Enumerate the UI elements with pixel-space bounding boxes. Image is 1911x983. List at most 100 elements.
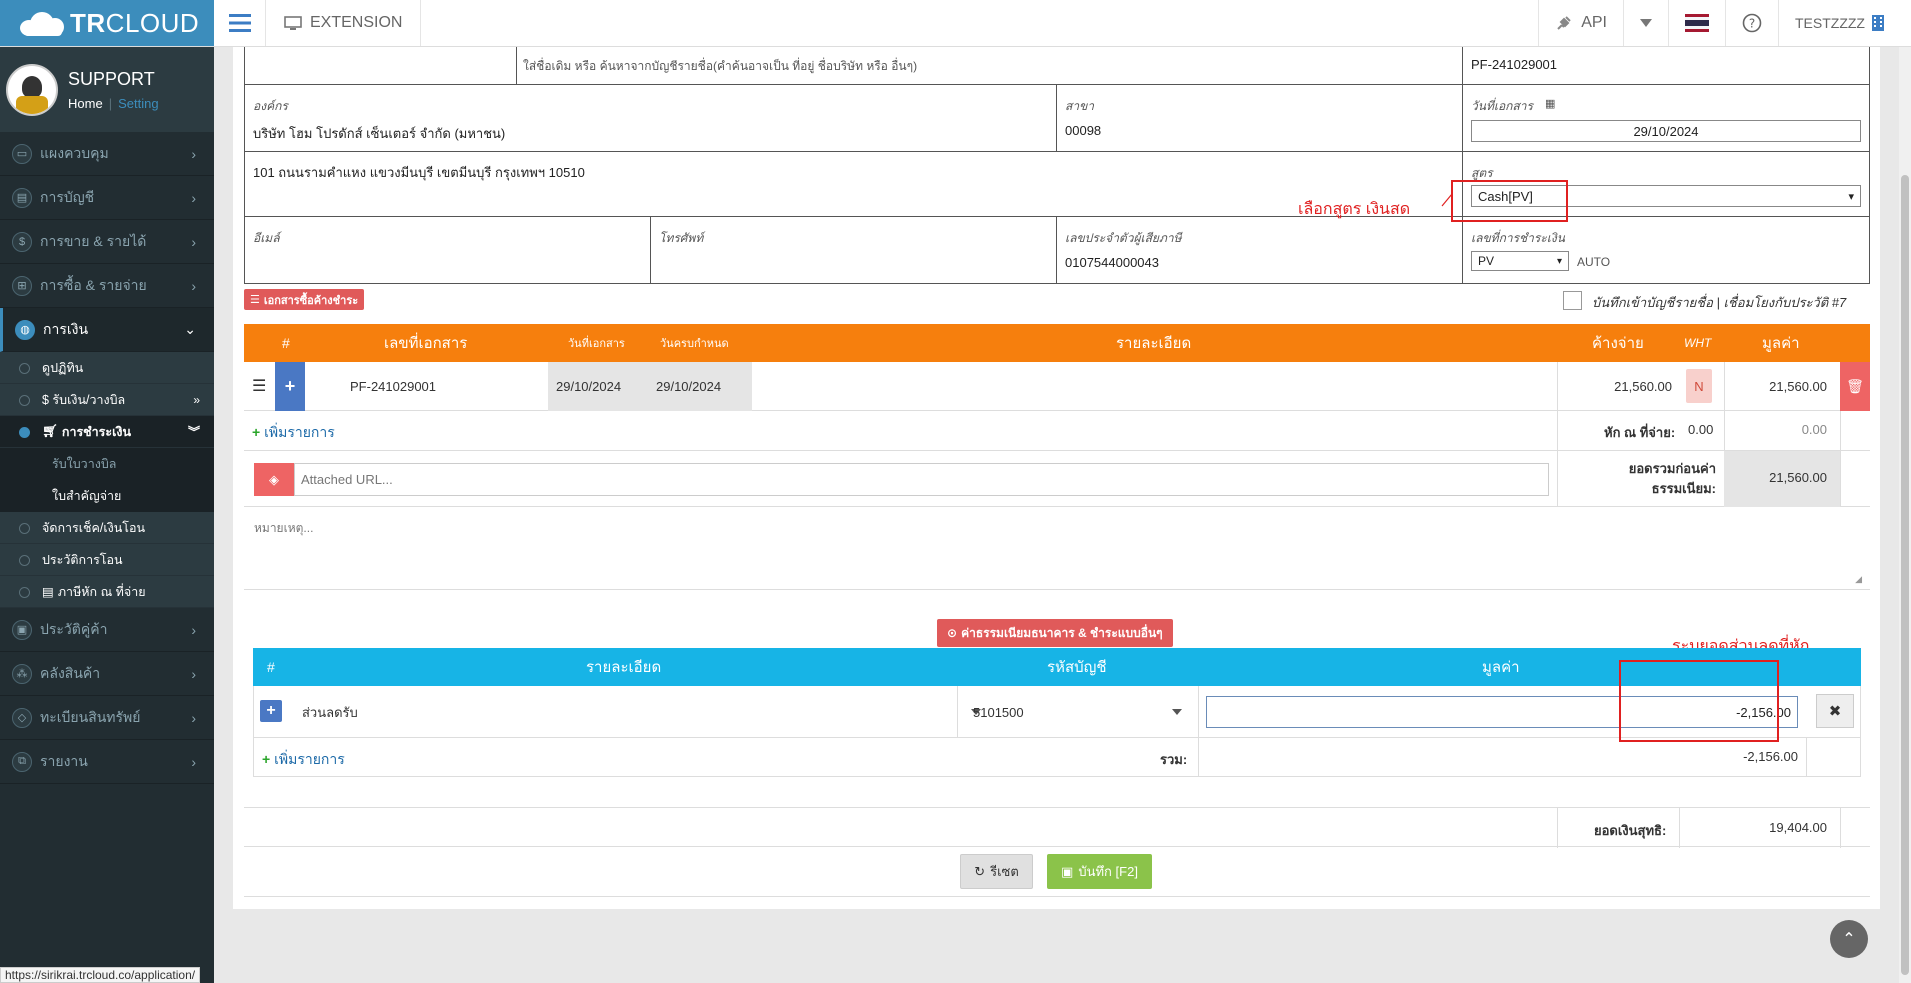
note-placeholder: หมายเหตุ...: [254, 521, 314, 535]
home-link[interactable]: Home: [68, 96, 103, 111]
sidebar-item-accounting[interactable]: ▤ การบัญชี ›: [0, 176, 214, 220]
file-icon: ▤: [42, 585, 54, 599]
page-scrollbar-thumb[interactable]: [1901, 175, 1909, 975]
sidebar-subitem-cheque[interactable]: จัดการเช็ค/เงินโอน: [0, 512, 214, 544]
branch-label: สาขา: [1065, 99, 1095, 113]
cubes-icon: ⁂: [12, 663, 32, 684]
subtotal-label: ยอดรวมก่อนค่า ธรรมเนียม:: [1628, 461, 1716, 496]
attachment-row: ◈ Attached URL... ยอดรวมก่อนค่า ธรรมเนียม…: [244, 451, 1870, 507]
sidebar-item-reports[interactable]: ⧉ รายงาน ›: [0, 740, 214, 784]
sidebar-subitem-receive[interactable]: $ รับเงิน/วางบิล »: [0, 384, 214, 416]
attached-url-input[interactable]: Attached URL...: [294, 463, 1549, 496]
scroll-top-button[interactable]: ⌃: [1830, 920, 1868, 958]
fees-row-remove-button[interactable]: ✖: [1816, 694, 1854, 728]
sidebar-item-label: คลังสินค้า: [40, 664, 101, 681]
tax-id-label: เลขประจำตัวผู้เสียภาษี: [1065, 231, 1182, 245]
brand-logo[interactable]: TRCLOUD: [0, 0, 214, 46]
chevron-right-icon: ›: [191, 709, 196, 726]
user-menu-button[interactable]: TESTZZZZ: [1778, 0, 1911, 46]
address-cell[interactable]: 101 ถนนรามคำแหง แขวงมีนบุรี เขตมีนบุรี ก…: [244, 151, 1463, 217]
org-label: องค์กร: [253, 99, 288, 113]
chevron-down-icon: ▾: [1848, 190, 1854, 203]
save-label: บันทึก [F2]: [1078, 864, 1138, 879]
chevron-right-icon: ›: [191, 277, 196, 294]
api-button[interactable]: API: [1538, 0, 1623, 46]
pay-no-label: เลขที่การชำระเงิน: [1471, 231, 1565, 245]
row-doc-no[interactable]: PF-241029001: [350, 379, 436, 394]
help-button[interactable]: ?: [1725, 0, 1778, 46]
resize-handle-icon[interactable]: ◢: [1855, 574, 1862, 585]
expand-row-button[interactable]: +: [275, 362, 305, 411]
dropdown-button[interactable]: [1623, 0, 1668, 46]
sidebar-subitem-payment[interactable]: 🛒︎ การชำระเงิน ︾: [0, 416, 214, 448]
record-contact-checkbox[interactable]: [1563, 291, 1582, 310]
sidebar-item-finance[interactable]: ◍ การเงิน ⌄: [0, 308, 214, 352]
doc-date-value: 29/10/2024: [1633, 123, 1699, 139]
fees-badge[interactable]: ⊙ ค่าธรรมเนียมธนาคาร & ชำระแบบอื่นๆ: [937, 619, 1173, 647]
language-button[interactable]: [1668, 0, 1725, 46]
sidebar-subitem-label: ภาษีหัก ณ ที่จ่าย: [57, 584, 146, 599]
fees-col-header-detail: รายละเอียด: [586, 659, 662, 676]
pay-no-prefix-select[interactable]: PV ▾: [1471, 251, 1569, 271]
note-textarea[interactable]: หมายเหตุ... ◢: [244, 507, 1870, 590]
sidebar-item-purchases[interactable]: ⊞ การซื้อ & รายจ่าย ›: [0, 264, 214, 308]
phone-label: โทรศัพท์: [659, 231, 704, 245]
branch-value[interactable]: 00098: [1065, 123, 1101, 138]
add-item-link[interactable]: + เพิ่มรายการ: [252, 422, 335, 444]
doc-date-input[interactable]: 29/10/2024: [1471, 120, 1861, 142]
drag-handle-icon[interactable]: ☰: [252, 376, 266, 396]
avatar: [6, 63, 58, 116]
sidebar-subitem-wht[interactable]: ▤ ภาษีหัก ณ ที่จ่าย: [0, 576, 214, 608]
formula-annotation: เลือกสูตร เงินสด: [1298, 201, 1411, 218]
extension-button[interactable]: EXTENSION: [266, 0, 422, 46]
sidebar-item-label: ประวัติคู่ค้า: [40, 620, 108, 637]
sidebar-subitem-transfer-history[interactable]: ประวัติการโอน: [0, 544, 214, 576]
pay-no-auto: AUTO: [1577, 255, 1611, 269]
sidebar-item-label: การขาย & รายได้: [40, 232, 147, 249]
setting-link[interactable]: Setting: [118, 96, 158, 111]
contact-search-cell[interactable]: ใส่ชื่อเดิม หรือ ค้นหาจากบัญชีรายชื่อ(คำ…: [516, 47, 1463, 85]
wht-total-amount: 0.00: [1801, 422, 1827, 437]
sidebar-subitem-calendar[interactable]: ดูปฏิทิน: [0, 352, 214, 384]
user-name: SUPPORT: [68, 68, 155, 89]
top-navbar: TRCLOUD EXTENSION API ? TESTZZZZ: [0, 0, 1911, 47]
brand-name-rest: CLOUD: [105, 7, 200, 38]
user-label: TESTZZZZ: [1795, 15, 1865, 31]
sidebar-subsubitem-payment-voucher[interactable]: ใบสำคัญจ่าย: [0, 480, 214, 512]
net-total-label: ยอดเงินสุทธิ:: [1594, 823, 1667, 838]
reset-button[interactable]: ↻ รีเซต: [960, 854, 1033, 889]
email-cell[interactable]: อีเมล์: [244, 216, 651, 284]
sidebar-item-dashboard[interactable]: ▭ แผงควบคุม ›: [0, 132, 214, 176]
org-value[interactable]: บริษัท โฮม โปรดักส์ เซ็นเตอร์ จำกัด (มหา…: [253, 123, 505, 144]
sidebar-item-inventory[interactable]: ⁂ คลังสินค้า ›: [0, 652, 214, 696]
sidebar-item-assets[interactable]: ◇ ทะเบียนสินทรัพย์ ›: [0, 696, 214, 740]
plus-icon: +: [252, 424, 261, 440]
delete-row-button[interactable]: 🗑︎: [1840, 362, 1870, 411]
list-icon: ☰: [250, 294, 260, 306]
sidebar-item-label: แผงควบคุม: [40, 144, 109, 161]
wht-toggle-button[interactable]: N: [1686, 369, 1712, 403]
pay-no-cell: เลขที่การชำระเงิน PV ▾ AUTO: [1462, 216, 1870, 284]
outstanding-docs-badge[interactable]: ☰ เอกสารซื้อค้างชำระ: [244, 289, 365, 310]
sidebar-item-contacts[interactable]: ▣ ประวัติคู่ค้า ›: [0, 608, 214, 652]
fees-add-item-link[interactable]: + เพิ่มรายการ: [262, 749, 345, 771]
col-header-doc-no: เลขที่เอกสาร: [384, 335, 468, 352]
sidebar-item-sales[interactable]: $ การขาย & รายได้ ›: [0, 220, 214, 264]
fees-total-row: + เพิ่มรายการ รวม: -2,156.00: [253, 738, 1861, 777]
sidebar-subsubitem-receive-bill[interactable]: รับใบวางบิล: [0, 448, 214, 480]
fees-detail-select[interactable]: ส่วนลดรับ: [294, 694, 989, 730]
svg-text:?: ?: [1749, 17, 1755, 31]
tax-id-value[interactable]: 0107544000043: [1065, 255, 1159, 270]
fees-row-expand-button[interactable]: +: [260, 700, 282, 722]
sidebar-subitem-label: ประวัติการโอน: [42, 552, 123, 567]
phone-cell[interactable]: โทรศัพท์: [650, 216, 1057, 284]
row-due-date: 29/10/2024: [656, 379, 722, 394]
cart-icon: ⊞: [12, 275, 32, 296]
sidebar-toggle-button[interactable]: [214, 0, 266, 46]
save-button[interactable]: ▣ บันทึก [F2]: [1047, 854, 1152, 889]
net-total-row: ยอดเงินสุทธิ: 19,404.00: [244, 807, 1870, 848]
refresh-icon: ↻: [974, 863, 986, 879]
dropbox-button[interactable]: ◈: [254, 463, 294, 496]
fees-account-select[interactable]: 5101500: [965, 694, 1190, 730]
col-header-due-date: วันครบกำหนด: [660, 338, 729, 350]
